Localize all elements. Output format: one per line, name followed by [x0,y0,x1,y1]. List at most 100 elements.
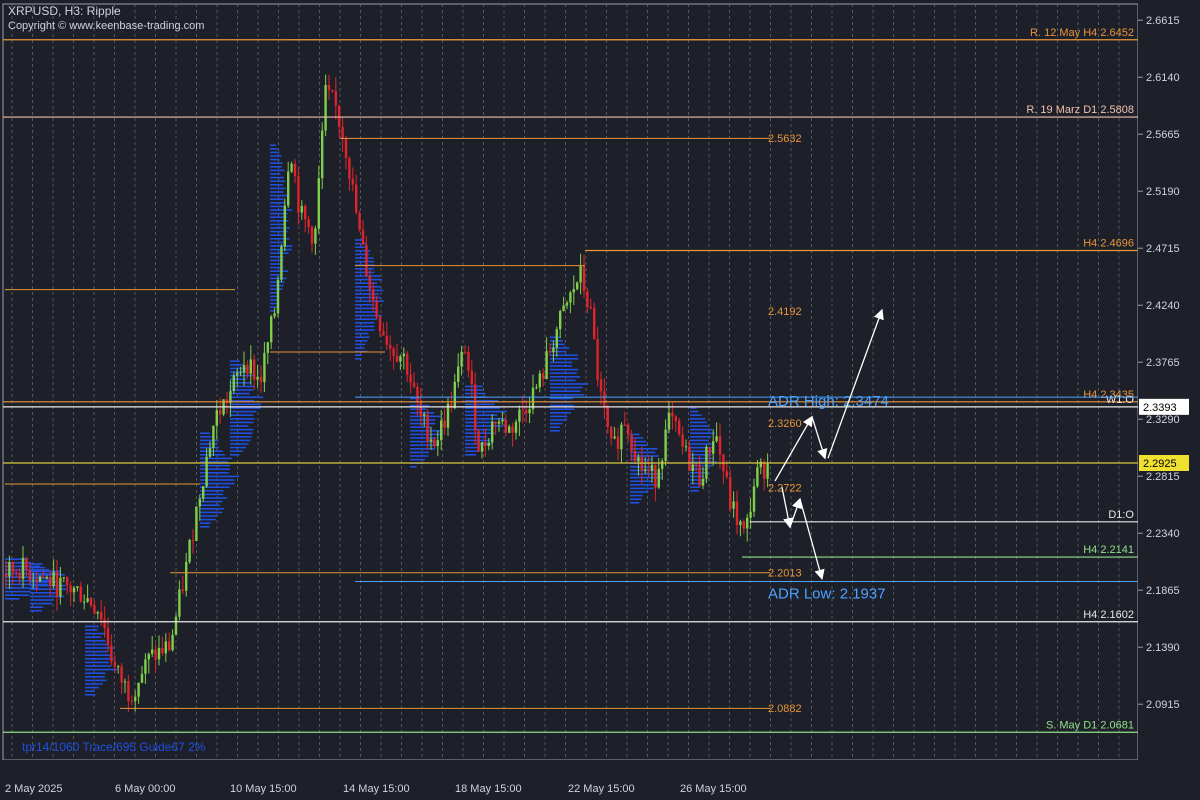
volume-profile-bar [270,223,286,226]
candle-body [688,446,691,472]
candle-body [324,84,327,131]
candle-body [589,307,592,309]
candle-body [681,434,684,447]
candle-body [545,351,548,380]
volume-profile-bar [85,668,118,671]
candle-body [562,305,565,311]
price-tick-label: 2.3290 [1146,414,1180,426]
candle-body [157,648,161,660]
candle-body [701,478,705,486]
candle-body [59,577,62,597]
volume-profile-bar [85,690,95,692]
volume-profile-bar [270,176,284,179]
volume-profile-bar [200,472,229,474]
volume-profile-bar [355,332,369,335]
candle-body [661,460,664,469]
volume-profile-bar [410,466,417,468]
level-label: W1:O [1106,394,1135,406]
candle-body [236,372,239,376]
candle-body [474,384,477,431]
candle-body [678,420,681,435]
volume-profile-bar [230,436,252,438]
volume-profile-bar [270,191,284,193]
candle-body [256,376,259,380]
volume-profile-bar [465,389,483,391]
candle-body [429,439,433,442]
price-tick-label: 2.5665 [1146,129,1180,141]
volume-profile-bar [230,421,254,424]
volume-profile-bar [270,234,286,236]
price-chart[interactable]: R. 12 May H4 2.6452 R. 19 Marz D1 2.5808 H… [0,0,1200,800]
volume-profile-bar [550,404,574,407]
volume-profile-bar [270,295,278,298]
volume-profile-bar [85,694,96,696]
candle-body [321,130,324,179]
volume-profile-bar [355,260,375,263]
candle-body [198,498,201,507]
candle-body [399,356,402,362]
volume-profile-bar [355,246,367,248]
candle-body [134,696,137,702]
candle-body [729,476,732,509]
candle-body [650,464,654,471]
volume-profile-bar [200,468,230,470]
candle-body [161,648,164,654]
candle-body [28,569,31,581]
candle-body [569,292,572,303]
candle-body [331,89,334,92]
volume-profile-bar [85,632,106,635]
candle-body [276,279,280,314]
price-tick-label: 2.6615 [1146,15,1180,27]
volume-profile-bar [230,396,264,398]
candle-body [715,436,718,442]
candle-body [110,645,113,662]
candle-body [521,409,524,411]
volume-profile-bar [270,227,290,229]
volume-profile-bar [200,432,211,434]
copyright-text: Copyright © www.keenbase-trading.com [8,20,205,32]
candle-body [395,355,399,362]
volume-profile-bar [270,166,282,168]
volume-profile-bar [355,307,378,310]
candle-body [372,289,375,301]
candle-body [552,347,555,352]
candle-body [314,228,317,244]
candle-body [242,364,246,373]
date-tick-label: 2 May 2025 [5,783,62,795]
volume-profile-bar [690,439,709,442]
candle-body [531,387,535,410]
candle-body [270,316,273,343]
date-tick-label: 18 May 15:00 [455,783,522,795]
volume-profile-bar [630,484,658,486]
volume-profile-bar [30,563,43,565]
volume-profile-bar [690,410,699,413]
candle-body [273,313,276,317]
volume-profile-bar [85,629,98,631]
candle-body [297,175,300,213]
candle-body [610,426,613,439]
candle-body [630,434,633,451]
volume-profile-bar [410,404,429,407]
candle-body [657,468,660,488]
volume-profile-bar [355,325,375,328]
candle-body [596,339,599,380]
candle-body [443,420,446,428]
volume-profile-bar [230,360,240,362]
volume-profile-bar [200,508,224,510]
volume-profile-bar [465,436,487,438]
volume-profile-bar [200,479,235,481]
level-label: H4 2.4696 [1083,237,1134,249]
volume-profile-bar [550,365,572,367]
volume-profile-bar [30,592,59,594]
fib-level-label: 2.0882 [768,703,802,715]
candle-body [508,426,511,433]
candle-body [215,410,218,426]
volume-profile-bar [200,454,225,456]
volume-profile-bar [230,443,249,445]
volume-profile-bar [465,385,483,388]
fib-level-label: 2.2013 [768,567,802,579]
candle-body [504,419,507,433]
candle-body [45,576,48,579]
volume-profile-bar [200,439,219,442]
candle-body [402,353,405,357]
